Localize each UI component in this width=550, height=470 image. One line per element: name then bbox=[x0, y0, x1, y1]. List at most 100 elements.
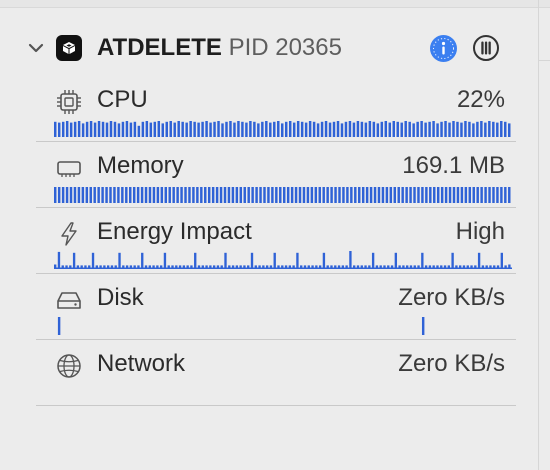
graph-bar bbox=[397, 187, 400, 203]
graph-bar bbox=[393, 187, 396, 203]
graph-bar bbox=[372, 121, 376, 137]
graph-bar bbox=[401, 187, 404, 203]
graph-bar bbox=[480, 121, 483, 137]
graph-baseline bbox=[54, 267, 512, 269]
graph-bar bbox=[113, 121, 117, 137]
graph-bar bbox=[255, 187, 258, 203]
graph-bar bbox=[312, 121, 316, 137]
cpu-chip-icon bbox=[56, 89, 82, 115]
graph-bar bbox=[201, 121, 204, 137]
graph-bar bbox=[211, 187, 215, 203]
metric-label: Disk bbox=[97, 284, 144, 311]
process-pid: PID 20365 bbox=[228, 34, 342, 61]
graph-bar bbox=[354, 187, 357, 203]
graph-bar bbox=[54, 187, 57, 203]
chevron-down-icon[interactable] bbox=[26, 38, 46, 58]
graph-bar bbox=[217, 121, 220, 137]
graph-bar bbox=[328, 122, 332, 137]
metric-label: Energy Impact bbox=[97, 218, 252, 245]
metric-row-energy: Energy Impact High bbox=[36, 207, 516, 274]
graph-bar bbox=[381, 187, 385, 203]
graph-bar bbox=[89, 187, 92, 203]
graph-bar bbox=[57, 251, 61, 269]
graph-bar bbox=[97, 187, 100, 203]
process-header: ATDELETE PID 20365 bbox=[24, 30, 514, 68]
graph-bar bbox=[61, 187, 65, 203]
graph-bar bbox=[125, 187, 128, 203]
graph-bar bbox=[456, 187, 460, 203]
graph-bar bbox=[118, 252, 121, 269]
graph-bar bbox=[61, 121, 65, 137]
graph-bar bbox=[464, 187, 468, 203]
metric-value: 169.1 MB bbox=[402, 152, 505, 179]
pause-icon[interactable] bbox=[472, 34, 500, 62]
graph-bar bbox=[508, 123, 511, 137]
bolt-icon bbox=[56, 221, 82, 247]
graph-bar bbox=[284, 121, 288, 137]
graph-bar bbox=[181, 121, 184, 137]
info-icon[interactable] bbox=[430, 35, 457, 62]
graph-bar bbox=[249, 121, 252, 137]
graph-bar bbox=[504, 187, 507, 203]
graph-bar bbox=[65, 121, 69, 137]
graph-bar bbox=[91, 252, 95, 269]
graph-bar bbox=[408, 121, 411, 137]
graph-bar bbox=[133, 121, 137, 137]
graph-bar bbox=[189, 121, 192, 137]
process-panel: ATDELETE PID 20365 CPU 22% Memory 169.1 … bbox=[0, 0, 550, 470]
metric-label: CPU bbox=[97, 86, 148, 113]
graph-bar bbox=[200, 187, 203, 203]
metric-row-disk: Disk Zero KB/s bbox=[36, 273, 516, 340]
graph-bar bbox=[302, 187, 306, 203]
graph-bar bbox=[57, 317, 61, 335]
graph-bar bbox=[185, 122, 188, 137]
graph-bar bbox=[188, 187, 191, 203]
graph-bar bbox=[377, 187, 381, 203]
graph-bar bbox=[477, 252, 481, 269]
graph-bar bbox=[161, 123, 164, 137]
graph-bar bbox=[113, 187, 116, 203]
graph-bar bbox=[436, 187, 440, 203]
graph-bar bbox=[322, 187, 325, 203]
graph-bar bbox=[352, 122, 356, 137]
graph-bar bbox=[125, 121, 129, 137]
graph-bar bbox=[259, 187, 262, 203]
graph-bar bbox=[192, 187, 195, 203]
graph-bar bbox=[388, 122, 392, 137]
graph-bar bbox=[344, 121, 348, 137]
graph-bar bbox=[348, 121, 352, 137]
graph-bar bbox=[65, 187, 69, 203]
metric-value: High bbox=[455, 218, 505, 245]
graph-bar bbox=[77, 187, 81, 203]
graph-bar bbox=[117, 123, 121, 137]
graph-bar bbox=[136, 187, 140, 203]
graph-bar bbox=[273, 121, 276, 137]
graph-bar bbox=[57, 187, 61, 203]
graph-bar bbox=[396, 121, 399, 137]
graph-bar bbox=[267, 187, 270, 203]
graph-bar bbox=[504, 121, 507, 137]
graph-bar bbox=[428, 121, 431, 137]
graph-bar bbox=[205, 121, 208, 137]
graph-bar bbox=[168, 187, 171, 203]
graph-bar bbox=[233, 122, 236, 137]
graph-bar bbox=[425, 187, 428, 203]
graph-bar bbox=[157, 121, 161, 137]
graph-bar bbox=[476, 121, 479, 137]
graph-bar bbox=[392, 121, 395, 137]
graph-bar bbox=[253, 121, 256, 137]
graph-bar bbox=[298, 187, 302, 203]
graph-bar bbox=[277, 121, 280, 137]
graph-svg bbox=[54, 121, 511, 137]
graph-bar bbox=[369, 187, 373, 203]
graph-bar bbox=[121, 187, 124, 203]
graph-bar bbox=[464, 121, 467, 137]
graph-bar bbox=[204, 187, 207, 203]
graph-bar bbox=[310, 187, 314, 203]
graph-bar bbox=[263, 187, 266, 203]
graph-bar bbox=[73, 187, 77, 203]
memory-icon bbox=[56, 155, 82, 181]
graph-bar bbox=[336, 121, 340, 137]
memory-graph bbox=[54, 185, 512, 203]
graph-bar bbox=[440, 121, 443, 137]
